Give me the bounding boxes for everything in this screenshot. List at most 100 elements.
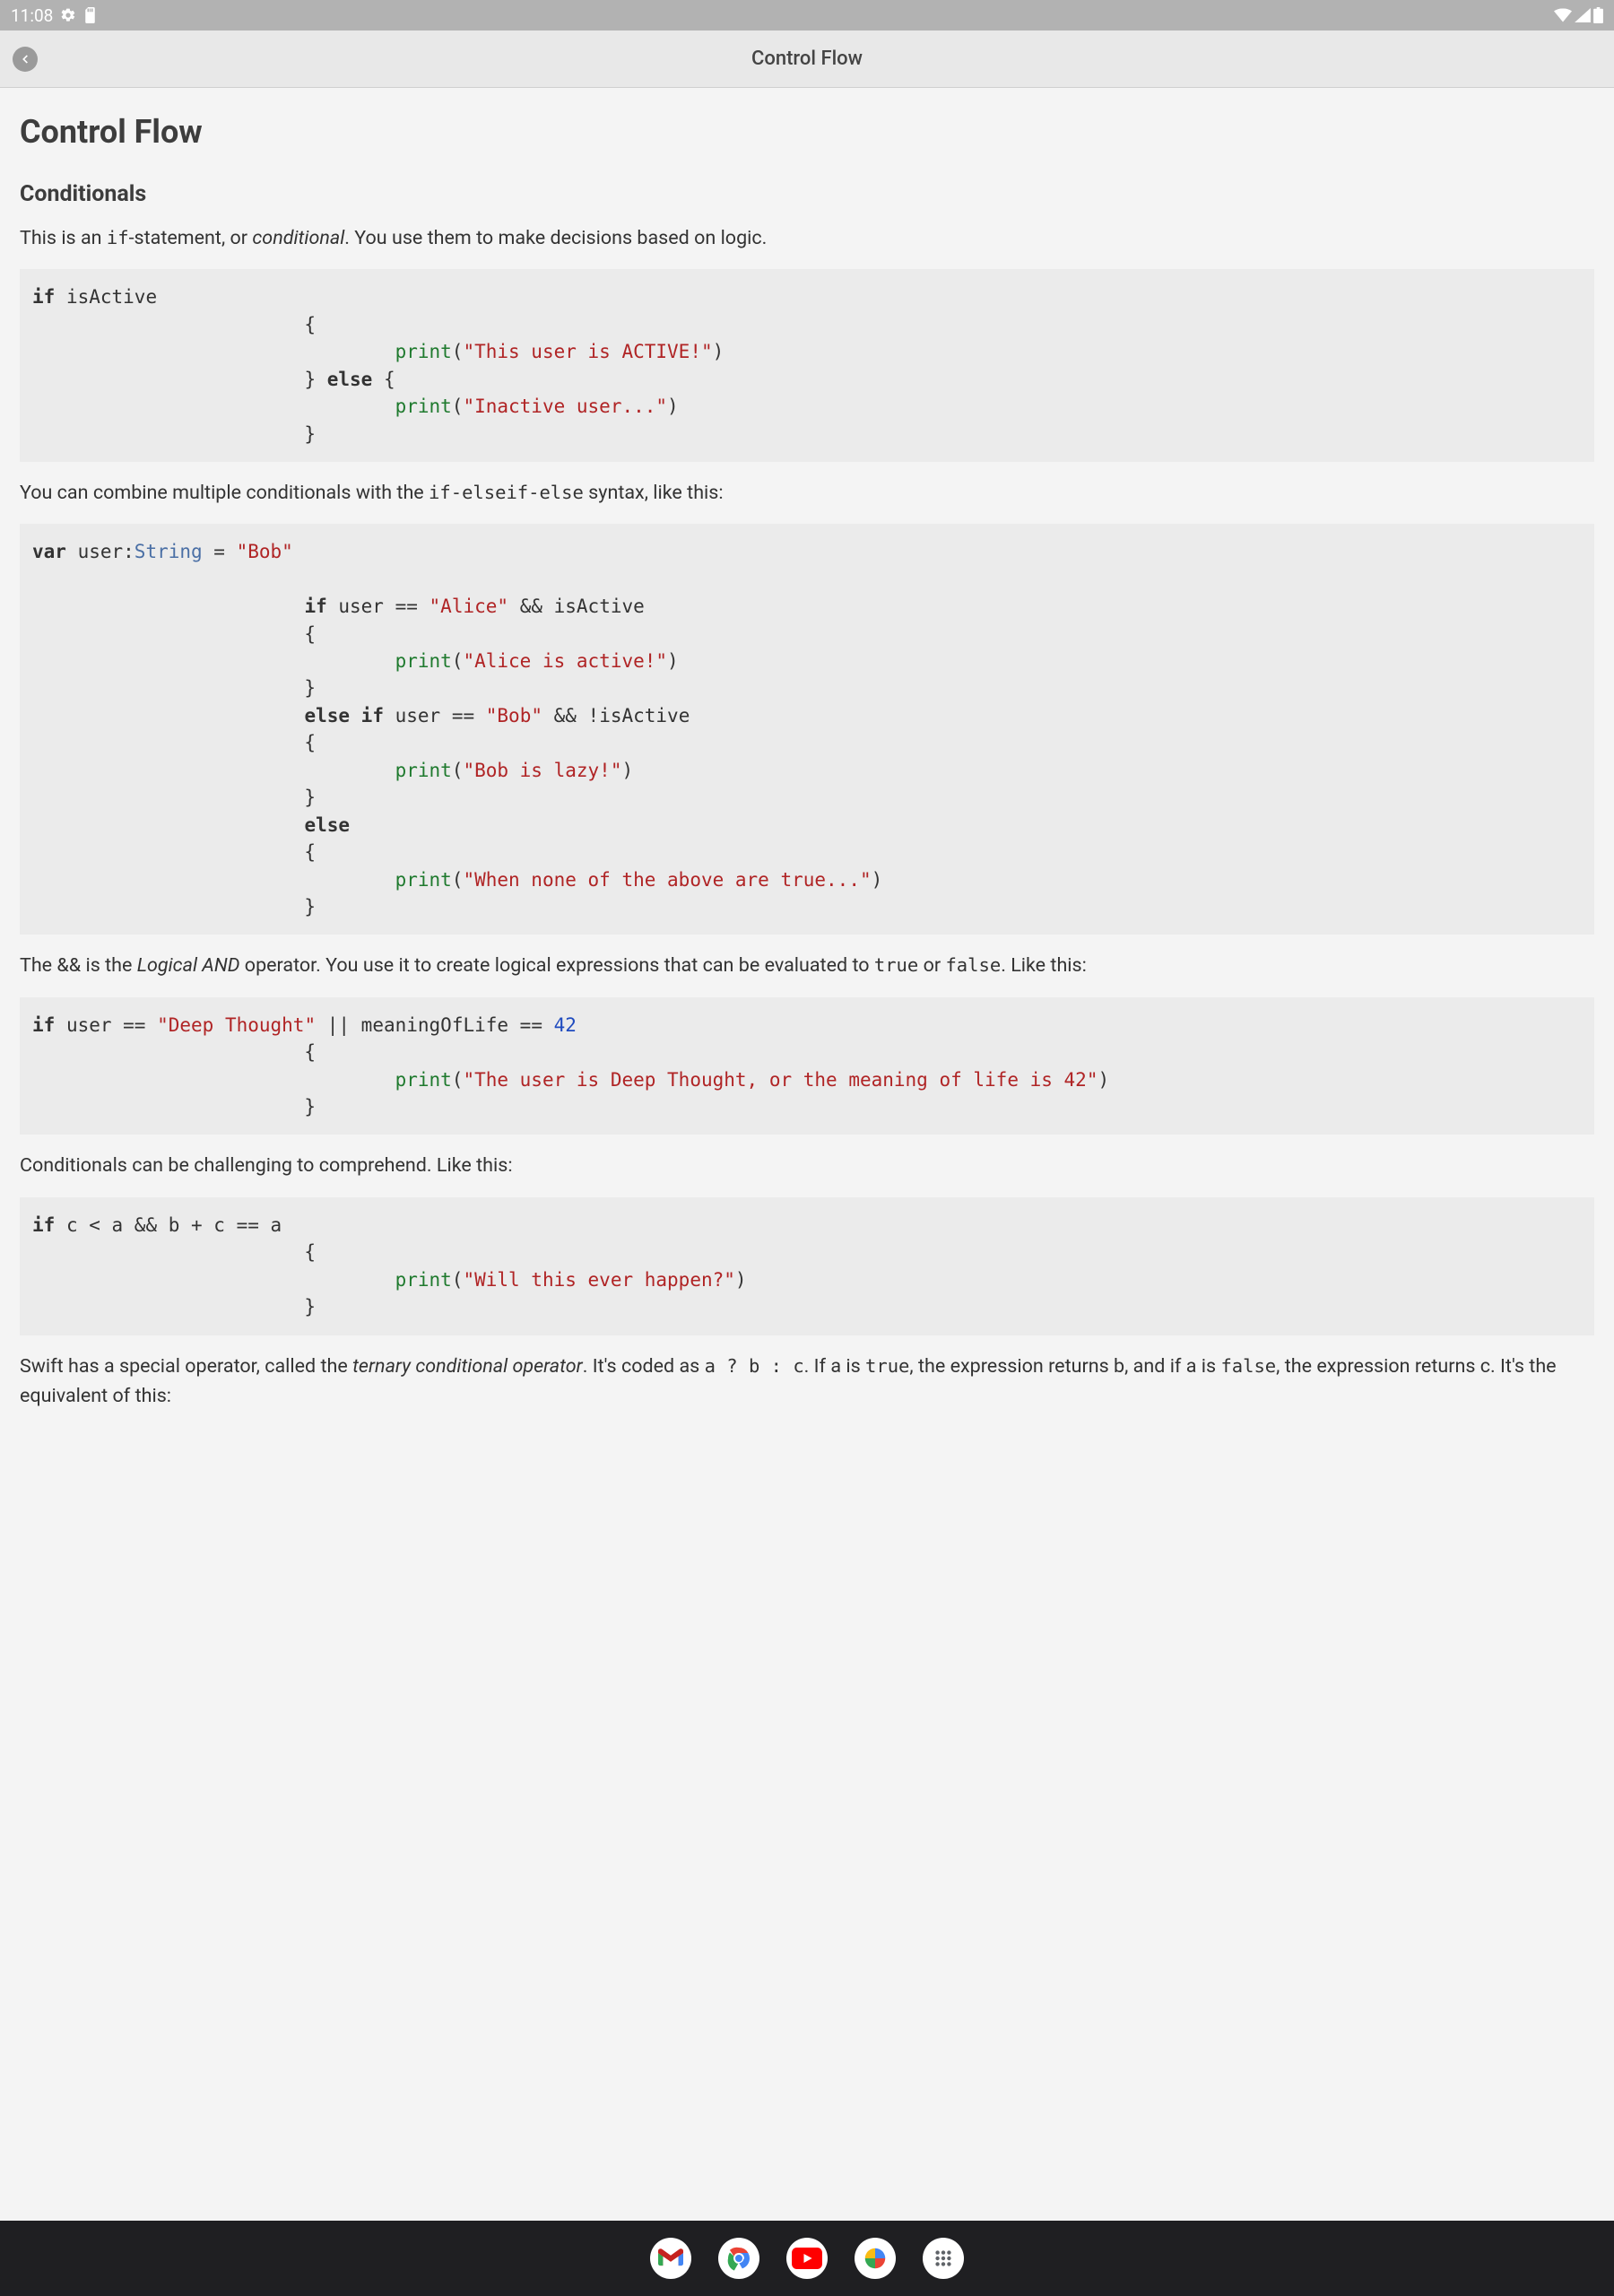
punct: ) xyxy=(713,341,725,362)
indent xyxy=(32,369,304,390)
paragraph: Swift has a special operator, called the… xyxy=(20,1352,1594,1412)
google-photos-icon[interactable] xyxy=(855,2238,896,2279)
gear-icon xyxy=(60,7,76,23)
line: { xyxy=(32,1041,316,1063)
more-apps-icon[interactable] xyxy=(923,2238,964,2279)
back-button[interactable] xyxy=(13,47,38,72)
chevron-left-icon xyxy=(19,53,31,65)
indent xyxy=(32,705,304,726)
indent xyxy=(32,814,304,836)
expr: || meaningOfLife == xyxy=(316,1014,554,1036)
str: "Bob is lazy!" xyxy=(463,760,621,781)
indent xyxy=(32,596,304,617)
expr: && isActive xyxy=(508,596,645,617)
em-ternary: ternary conditional operator xyxy=(352,1355,583,1378)
punct: ( xyxy=(452,650,464,672)
chrome-icon[interactable] xyxy=(718,2238,759,2279)
title-bar-title: Control Flow xyxy=(0,48,1614,70)
text: You can combine multiple conditionals wi… xyxy=(20,482,429,504)
nav-spacer xyxy=(0,1463,1614,1538)
youtube-icon[interactable] xyxy=(786,2238,828,2279)
type: String xyxy=(134,541,203,562)
line: { xyxy=(32,732,316,753)
kw: else xyxy=(304,705,350,726)
kw: var xyxy=(32,541,66,562)
status-right xyxy=(1554,7,1603,23)
text: . Like this: xyxy=(1001,954,1087,977)
title-bar: Control Flow xyxy=(0,30,1614,88)
battery-icon xyxy=(1593,7,1603,23)
str: "Alice" xyxy=(430,596,509,617)
em-logicaland: Logical AND xyxy=(137,954,240,977)
gmail-icon[interactable] xyxy=(650,2238,691,2279)
punct: ( xyxy=(452,1069,464,1091)
section-conditionals: Conditionals xyxy=(20,181,1594,207)
inline-code-false2: false xyxy=(1220,1355,1276,1377)
indent xyxy=(32,869,395,891)
indent xyxy=(32,396,395,417)
fn: print xyxy=(395,760,452,781)
inline-code-if: if xyxy=(107,227,129,248)
op: = xyxy=(203,541,237,562)
punct: } xyxy=(304,369,316,390)
text: This is an xyxy=(20,227,107,249)
kw: if xyxy=(304,596,326,617)
sdcard-icon xyxy=(83,7,97,23)
text: . It's coded as xyxy=(583,1355,705,1378)
fn: print xyxy=(395,1069,452,1091)
inline-code-true2: true xyxy=(865,1355,909,1377)
text: syntax, like this: xyxy=(584,482,724,504)
status-left: 11:08 xyxy=(11,5,97,26)
line: } xyxy=(32,1096,316,1118)
kw: if xyxy=(32,1014,55,1036)
fn: print xyxy=(395,650,452,672)
fn: print xyxy=(395,869,452,891)
fn: print xyxy=(395,396,452,417)
expr: && !isActive xyxy=(542,705,690,726)
line: { xyxy=(32,623,316,645)
status-bar: 11:08 xyxy=(0,0,1614,30)
code-block-2: var user:String = "Bob" if user == "Alic… xyxy=(20,524,1594,935)
paragraph: The && is the Logical AND operator. You … xyxy=(20,951,1594,980)
line: { xyxy=(32,841,316,863)
page-title: Control Flow xyxy=(20,113,1594,151)
paragraph: You can combine multiple conditionals wi… xyxy=(20,478,1594,508)
ident: isActive xyxy=(55,286,157,308)
status-time: 11:08 xyxy=(11,5,53,26)
text: operator. You use it to create logical e… xyxy=(239,954,873,977)
indent xyxy=(32,1069,395,1091)
expr: user == xyxy=(55,1014,157,1036)
punct: ) xyxy=(667,396,679,417)
code-block-1: if isActive { print("This user is ACTIVE… xyxy=(20,269,1594,462)
code-block-4: if c < a && b + c == a { print("Will thi… xyxy=(20,1197,1594,1335)
expr: user == xyxy=(384,705,486,726)
str: "Bob" xyxy=(237,541,293,562)
indent xyxy=(32,341,395,362)
punct: ( xyxy=(452,341,464,362)
punct: ( xyxy=(452,869,464,891)
kw: if xyxy=(32,1214,55,1236)
line: } xyxy=(32,1296,316,1318)
indent xyxy=(32,650,395,672)
text: . If a is xyxy=(804,1355,865,1378)
indent xyxy=(32,760,395,781)
expr: user == xyxy=(327,596,430,617)
inline-code-false: false xyxy=(945,954,1001,976)
text: -statement, or xyxy=(129,227,253,249)
intro-paragraph: This is an if-statement, or conditional.… xyxy=(20,223,1594,253)
line: } xyxy=(32,677,316,699)
indent xyxy=(32,1269,395,1291)
str: "When none of the above are true..." xyxy=(463,869,871,891)
punct: ) xyxy=(872,869,883,891)
str: "Will this ever happen?" xyxy=(463,1269,734,1291)
content: Control Flow Conditionals This is an if-… xyxy=(0,88,1614,1463)
str: "The user is Deep Thought, or the meanin… xyxy=(463,1069,1098,1091)
wifi-icon xyxy=(1554,8,1572,22)
str: "This user is ACTIVE!" xyxy=(463,341,712,362)
str: "Deep Thought" xyxy=(157,1014,316,1036)
em-conditional: conditional xyxy=(252,227,344,249)
line: } xyxy=(32,787,316,808)
punct: ) xyxy=(621,760,633,781)
inline-code-true: true xyxy=(874,954,918,976)
text: . You use them to make decisions based o… xyxy=(344,227,767,249)
